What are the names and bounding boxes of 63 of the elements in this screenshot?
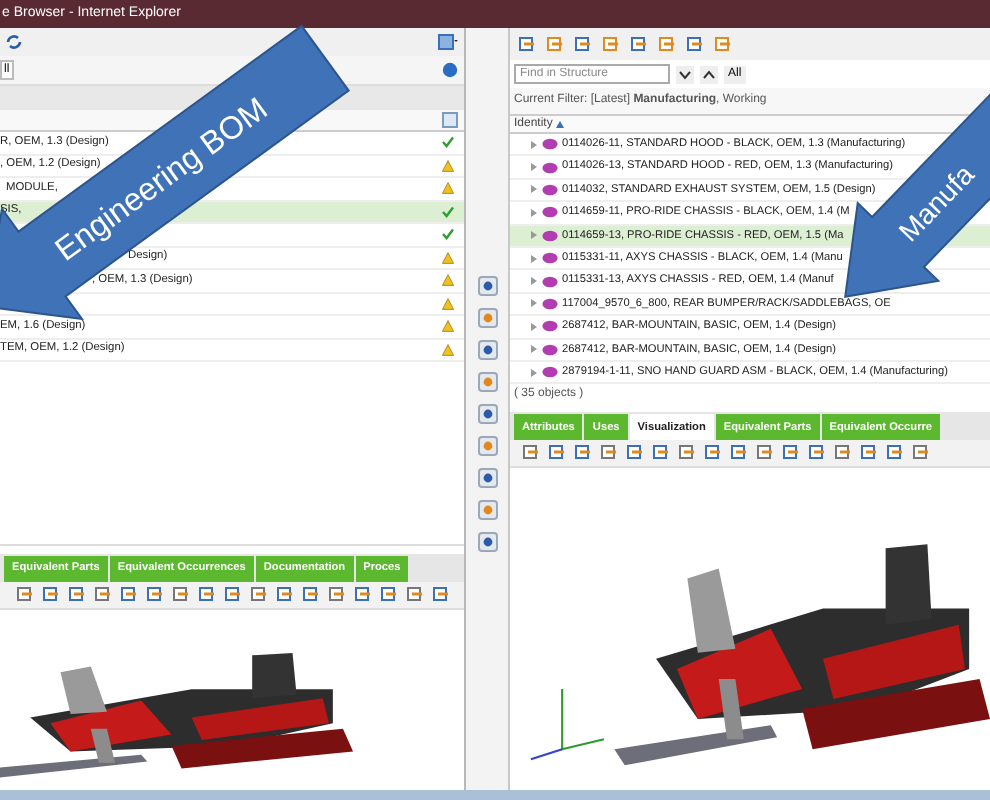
tool-icon[interactable] (146, 585, 164, 603)
tool-icon[interactable] (602, 35, 620, 53)
expand-icon[interactable] (530, 207, 538, 218)
tool-icon[interactable] (432, 585, 450, 603)
tool-icon[interactable] (172, 585, 190, 603)
expand-icon[interactable] (530, 253, 538, 264)
tool-icon[interactable] (477, 276, 497, 296)
tool-icon[interactable] (630, 35, 648, 53)
tool-icon[interactable] (860, 444, 878, 463)
tool-icon[interactable] (68, 585, 86, 603)
tool-icon[interactable] (574, 444, 592, 463)
help-icon[interactable] (442, 62, 458, 78)
tool-icon[interactable] (782, 444, 800, 463)
tool-icon[interactable] (652, 444, 670, 463)
tool-icon[interactable] (730, 444, 748, 463)
refresh-icon[interactable] (6, 34, 22, 50)
tool-icon[interactable] (518, 35, 536, 53)
expand-icon[interactable] (530, 367, 538, 378)
tool-icon[interactable] (94, 585, 112, 603)
tool-icon[interactable] (477, 404, 497, 424)
tool-icon[interactable] (686, 35, 704, 53)
tool-icon[interactable] (354, 585, 372, 603)
tool-icon[interactable] (626, 444, 644, 463)
chevron-up-icon[interactable] (700, 65, 718, 83)
tool-icon[interactable] (276, 585, 294, 603)
tool-icon[interactable] (477, 340, 497, 360)
tool-icon[interactable] (477, 308, 497, 328)
tool-icon[interactable] (198, 585, 216, 603)
tool-icon[interactable] (522, 444, 540, 463)
tool-icon[interactable] (756, 444, 774, 463)
tool-icon[interactable] (42, 585, 60, 603)
tool-icon[interactable] (808, 444, 826, 463)
tool-icon[interactable] (477, 532, 497, 552)
tool-icon[interactable] (546, 35, 564, 53)
tool-icon[interactable] (477, 468, 497, 488)
chevron-down-icon[interactable] (676, 65, 694, 83)
tool-icon[interactable] (678, 444, 696, 463)
tool-icon[interactable] (714, 35, 732, 53)
layout-icon[interactable] (438, 34, 458, 50)
tool-icon[interactable] (600, 444, 618, 463)
tool-icon[interactable] (120, 585, 138, 603)
tool-icon[interactable] (380, 585, 398, 603)
tool-icon[interactable] (477, 372, 497, 392)
tool-icon[interactable] (302, 585, 320, 603)
tool-icon[interactable] (477, 436, 497, 456)
check-icon (442, 136, 454, 149)
tool-icon[interactable] (704, 444, 722, 463)
tool-icon[interactable] (834, 444, 852, 463)
tool-icon[interactable] (886, 444, 904, 463)
tool-icon[interactable] (548, 444, 566, 463)
sort-icon (556, 120, 565, 128)
tool-icon[interactable] (224, 585, 242, 603)
expand-icon[interactable] (530, 344, 538, 355)
tool-icon[interactable] (477, 500, 497, 520)
tool-icon[interactable] (658, 35, 676, 53)
tool-icon[interactable] (912, 444, 930, 463)
tool-icon[interactable] (328, 585, 346, 603)
tool-icon[interactable] (16, 585, 34, 603)
tool-icon[interactable] (250, 585, 268, 603)
tool-icon[interactable] (406, 585, 424, 603)
expand-icon[interactable] (530, 139, 538, 150)
tool-icon[interactable] (574, 35, 592, 53)
expand-icon[interactable] (530, 321, 538, 332)
